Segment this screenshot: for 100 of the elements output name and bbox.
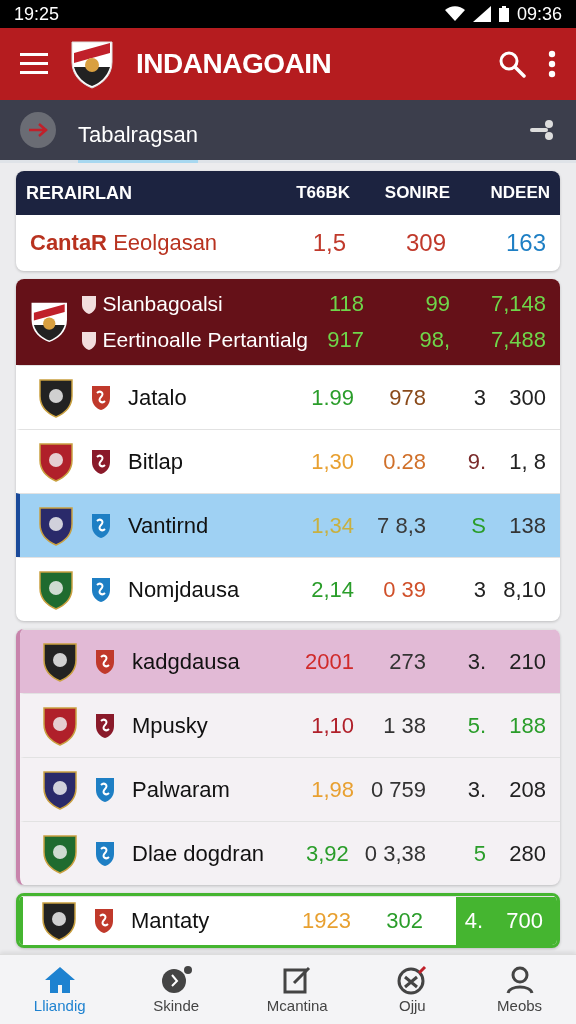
nav-tab[interactable]: Lliandig xyxy=(33,965,86,1014)
stat-value: 0 759 xyxy=(370,776,426,803)
stat-value: 0 3,38 xyxy=(364,840,426,867)
team-row[interactable]: kadgdausa 2001 273 3. 210 xyxy=(20,629,560,693)
stat-value: 188 xyxy=(508,712,546,739)
nav-tab[interactable]: Ojju xyxy=(395,965,430,1014)
app-title: INDANAGOAIN xyxy=(136,48,332,80)
stat-value: 700 xyxy=(505,908,543,934)
summary-value: 309 xyxy=(404,229,446,257)
nav-tab[interactable]: Skinde xyxy=(153,965,200,1014)
signal-icon xyxy=(472,6,491,22)
summary-value: 1,5 xyxy=(311,229,346,257)
badge-icon xyxy=(94,839,116,868)
stat-value: 2,14 xyxy=(310,576,354,603)
nav-tab[interactable]: Meobs xyxy=(497,965,543,1014)
team-row[interactable]: Vantirnd 1,34 7 8,3 S 138 xyxy=(16,493,560,557)
team-row[interactable]: Palwaram 1,98 0 759 3. 208 xyxy=(20,757,560,821)
stat-value: 9. xyxy=(466,448,486,475)
stat-value: 5. xyxy=(466,712,486,739)
play-icon xyxy=(159,965,194,995)
badge-icon xyxy=(90,383,112,412)
menu-icon[interactable] xyxy=(20,53,48,75)
stat-value: 3 xyxy=(472,384,486,411)
team-name: Vantirnd xyxy=(128,512,210,539)
more-icon[interactable] xyxy=(548,50,556,78)
stat-value: 0 39 xyxy=(382,576,426,603)
stat-value: 3,92 xyxy=(305,840,349,867)
stat-value: 208 xyxy=(508,776,546,803)
stat-value: 300 xyxy=(508,384,546,411)
crest-icon xyxy=(42,704,78,747)
column-header: T66BK xyxy=(295,183,350,203)
badge-icon xyxy=(80,330,97,350)
team-name: Nomjdausa xyxy=(128,576,241,603)
team-name: kadgdausa xyxy=(132,648,241,675)
stat-value: 302 xyxy=(385,908,423,934)
badge-icon xyxy=(94,711,116,740)
stat-value: 118 xyxy=(327,291,364,317)
stat-value: 978 xyxy=(388,384,426,411)
section-tab[interactable]: Tabalragsan xyxy=(78,103,198,163)
stat-value: 98, xyxy=(418,327,450,353)
team-row[interactable]: Mantaty 1923 302 4. 700 xyxy=(19,896,557,945)
status-clock: 09:36 xyxy=(516,3,562,25)
stat-value: 99 xyxy=(424,291,450,317)
crest-icon xyxy=(38,440,74,483)
team-name: Slanbagoalsi xyxy=(102,292,224,316)
team-row[interactable]: Jatalo 1.99 978 3 300 xyxy=(16,365,560,429)
shield-logo-icon xyxy=(70,39,114,89)
stat-value: 4. xyxy=(463,908,483,934)
stat-value: 3. xyxy=(466,648,486,675)
summary-value: 163 xyxy=(504,229,546,257)
column-header: SONIRE xyxy=(383,183,450,203)
badge-icon xyxy=(90,447,112,476)
column-header: RERAIRLAN xyxy=(26,182,133,204)
team-row[interactable]: Nomjdausa 2,14 0 39 3 8,10 xyxy=(16,557,560,621)
share-icon[interactable] xyxy=(530,119,556,141)
stat-value: 138 xyxy=(508,512,546,539)
column-header: NDEEN xyxy=(489,183,550,203)
team-name: Palwaram xyxy=(132,776,231,803)
stat-value: 5 xyxy=(472,840,486,867)
stat-value: 1923 xyxy=(301,908,351,934)
stat-value: 917 xyxy=(326,327,364,353)
crest-icon xyxy=(38,568,74,611)
stat-value: 3 xyxy=(472,576,486,603)
status-time: 19:25 xyxy=(14,3,60,25)
badge-icon xyxy=(93,907,115,935)
stat-value: 1,10 xyxy=(310,712,354,739)
badge-icon xyxy=(90,575,112,604)
crest-icon xyxy=(41,900,77,942)
stat-value: 1,34 xyxy=(310,512,354,539)
team-name: Jatalo xyxy=(128,384,188,411)
stat-value: 7,148 xyxy=(489,291,546,317)
wifi-icon xyxy=(444,6,465,22)
stat-value: 3. xyxy=(466,776,486,803)
badge-icon xyxy=(90,511,112,540)
stat-value: 1, 8 xyxy=(508,448,546,475)
crest-icon xyxy=(38,376,74,419)
team-row[interactable]: Mpusky 1,10 1 38 5. 188 xyxy=(20,693,560,757)
search-icon[interactable] xyxy=(498,50,526,78)
summary-label: CantaR Eeolgasan xyxy=(30,230,219,256)
nav-tab[interactable]: Mcantina xyxy=(266,965,328,1014)
crest-icon xyxy=(42,640,78,683)
stat-value: 210 xyxy=(508,648,546,675)
stat-value: 273 xyxy=(388,648,426,675)
stat-value: 1.99 xyxy=(310,384,354,411)
stat-value: 7 8,3 xyxy=(376,512,426,539)
team-name: Eertinoalle Pertantialg xyxy=(102,328,308,352)
crest-icon xyxy=(42,768,78,811)
stat-value: 1 38 xyxy=(382,712,426,739)
team-name: Mantaty xyxy=(131,908,211,934)
stat-value: S xyxy=(470,512,486,539)
battery-icon xyxy=(498,6,509,22)
crest-icon xyxy=(38,504,74,547)
stat-value: 8,10 xyxy=(502,576,546,603)
stat-value: 0.28 xyxy=(382,448,426,475)
badge-icon xyxy=(94,647,116,676)
stat-value: 7,488 xyxy=(489,327,546,353)
badge-icon xyxy=(94,775,116,804)
crest-icon xyxy=(42,832,78,875)
stat-value: 2001 xyxy=(304,648,354,675)
team-row[interactable]: Dlae dogdran 3,92 0 3,38 5 280 xyxy=(20,821,560,885)
